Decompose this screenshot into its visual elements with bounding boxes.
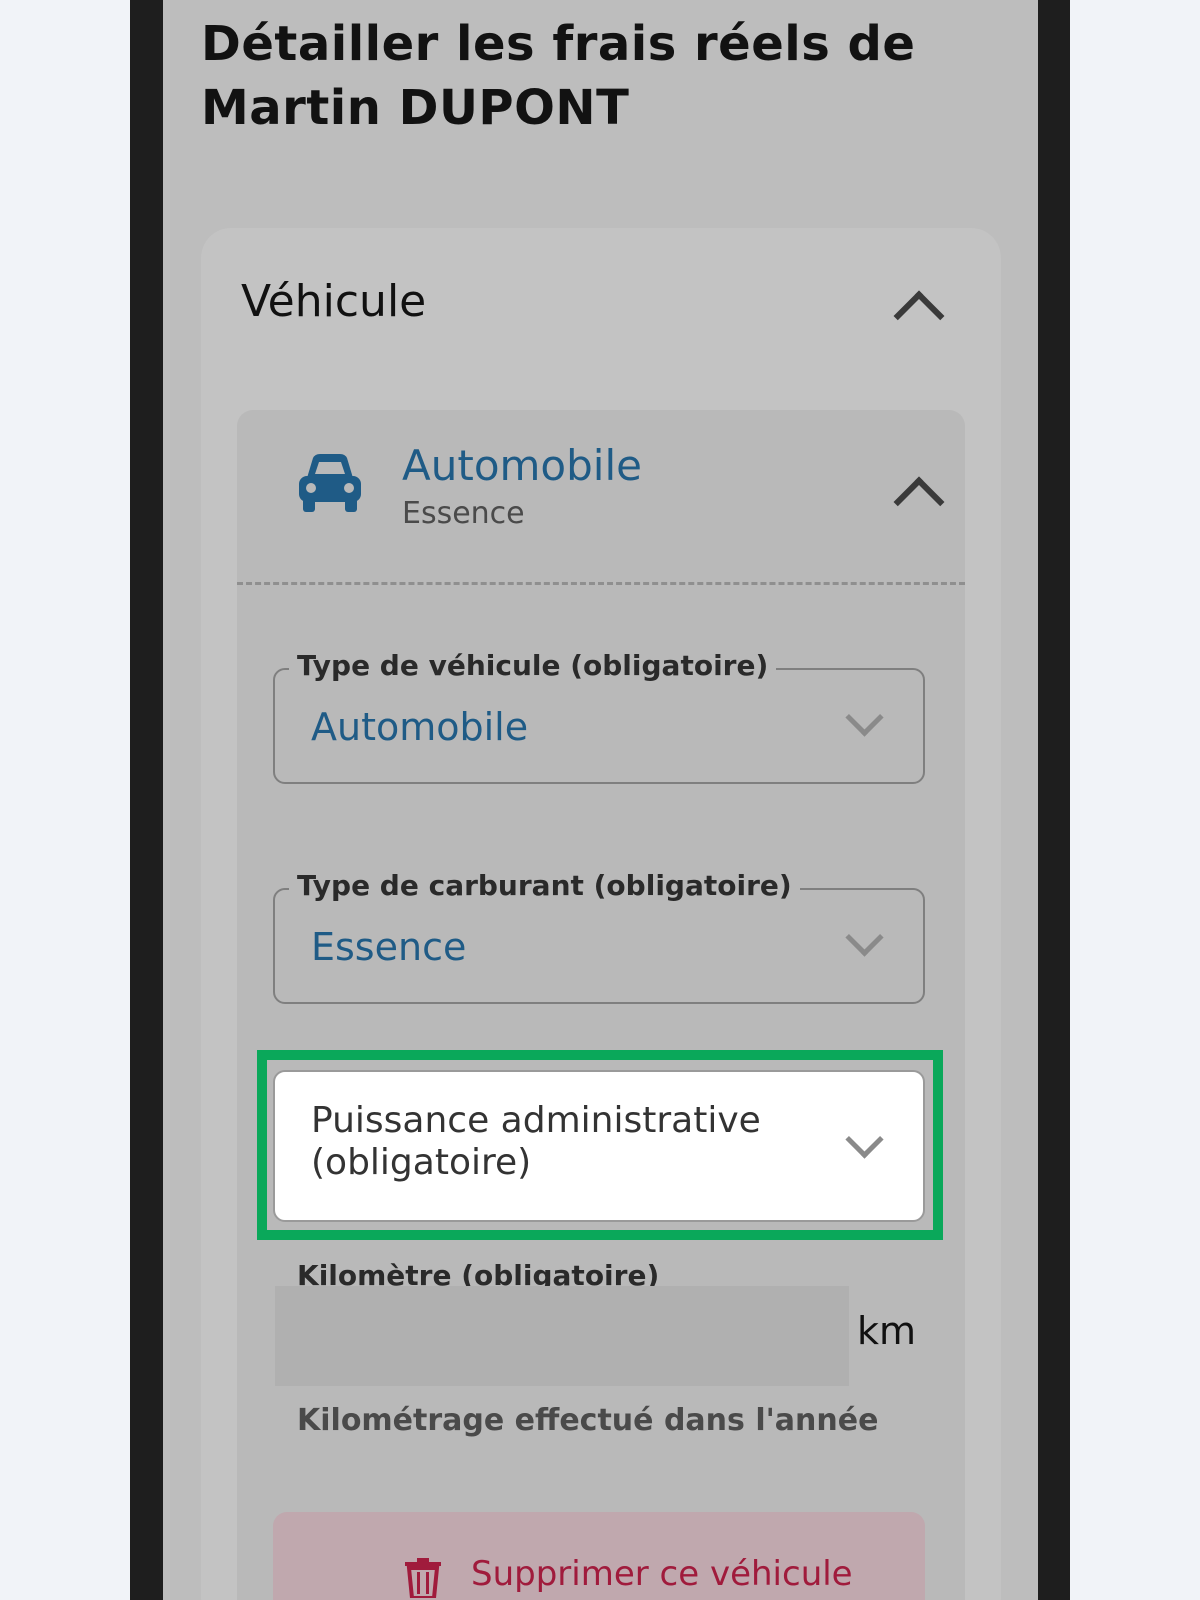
divider <box>237 582 965 585</box>
vehicle-name: Automobile <box>402 441 642 490</box>
field-label: Type de carburant (obligatoire) <box>289 868 800 904</box>
field-placeholder: Puissance administrative (obligatoire) <box>311 1100 761 1183</box>
field-label: Type de véhicule (obligatoire) <box>289 648 777 684</box>
chevron-down-icon <box>845 918 884 957</box>
delete-label: Supprimer ce véhicule <box>471 1554 853 1594</box>
km-unit: km <box>857 1309 917 1353</box>
fuel-type-select[interactable]: Type de carburant (obligatoire) Essence <box>273 868 925 1004</box>
vehicle-section: Véhicule Automobile Essence Type de véhi… <box>201 228 1001 1600</box>
chevron-up-icon[interactable] <box>893 476 945 528</box>
vehicle-type-select[interactable]: Type de véhicule (obligatoire) Automobil… <box>273 648 925 784</box>
vehicle-fuel: Essence <box>402 496 525 531</box>
km-input[interactable] <box>275 1286 849 1386</box>
power-select[interactable]: Puissance administrative (obligatoire) <box>273 1070 925 1222</box>
car-icon <box>299 454 361 512</box>
chevron-down-icon <box>845 698 884 737</box>
field-value: Automobile <box>311 705 529 749</box>
section-title: Véhicule <box>241 276 427 327</box>
field-value: Essence <box>311 925 467 969</box>
vehicle-card: Automobile Essence Type de véhicule (obl… <box>237 410 965 1600</box>
chevron-down-icon <box>845 1120 884 1159</box>
page-title: Détailler les frais réels de Martin DUPO… <box>201 16 916 136</box>
km-hint: Kilométrage effectué dans l'année <box>297 1403 879 1438</box>
screen: Détailler les frais réels de Martin DUPO… <box>163 0 1038 1600</box>
delete-vehicle-button[interactable]: Supprimer ce véhicule <box>273 1512 925 1600</box>
chevron-up-icon[interactable] <box>893 290 945 342</box>
trash-icon <box>405 1558 441 1598</box>
